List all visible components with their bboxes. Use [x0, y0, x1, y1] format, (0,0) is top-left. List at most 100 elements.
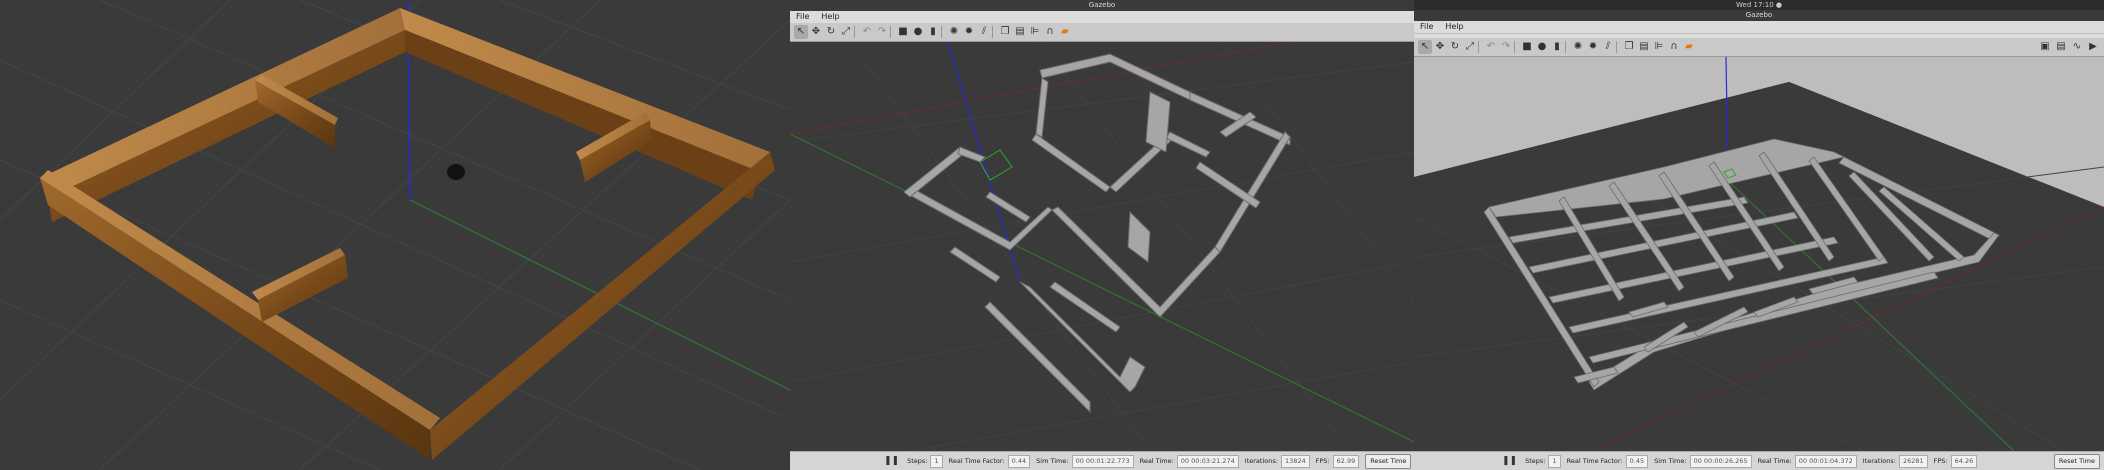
- undo-icon[interactable]: ↶: [860, 25, 874, 39]
- middle-window-title: Gazebo: [790, 0, 1414, 11]
- sphere-icon[interactable]: ●: [1535, 40, 1549, 54]
- menu-file[interactable]: File: [790, 12, 815, 21]
- cylinder-icon[interactable]: ▮: [1550, 40, 1564, 54]
- fps-label: FPS:: [1315, 457, 1330, 465]
- spot-light-icon[interactable]: ✹: [1586, 40, 1600, 54]
- point-light-icon[interactable]: ✺: [947, 25, 961, 39]
- spot-light-icon[interactable]: ✹: [962, 25, 976, 39]
- snap-icon[interactable]: ∩: [1667, 40, 1681, 54]
- reset-time-button[interactable]: Reset Time: [2053, 453, 2100, 469]
- left-3d-viewport[interactable]: [0, 0, 790, 470]
- toolbar-separator: [890, 26, 895, 38]
- left-scene: [0, 0, 790, 470]
- undo-icon[interactable]: ↶: [1484, 40, 1498, 54]
- right-3d-viewport[interactable]: [1414, 57, 2104, 451]
- scale-icon[interactable]: ⤢: [839, 25, 853, 39]
- iterations-value: 26281: [1898, 454, 1928, 468]
- video-icon[interactable]: ▶: [2086, 40, 2100, 54]
- box-icon[interactable]: ■: [1520, 40, 1534, 54]
- translate-icon[interactable]: ✥: [1433, 40, 1447, 54]
- rotate-icon[interactable]: ↻: [1448, 40, 1462, 54]
- paste-icon[interactable]: ▤: [1637, 40, 1651, 54]
- align-icon[interactable]: ⊫: [1652, 40, 1666, 54]
- real-time-group: Real Time: 00 00:03:21.274: [1140, 454, 1239, 468]
- system-clock[interactable]: Wed 17:10 ●: [1736, 1, 1782, 9]
- steps-group: Steps: 1: [907, 454, 943, 468]
- iterations-value: 13824: [1280, 454, 1310, 468]
- robot-model[interactable]: [447, 164, 465, 180]
- right-gazebo-window: Wed 17:10 ● Gazebo File Help ↖ ✥ ↻ ⤢ ↶ ↷ …: [1414, 0, 2104, 470]
- toolbar-separator: [1565, 41, 1570, 53]
- box-icon[interactable]: ■: [896, 25, 910, 39]
- pause-icon[interactable]: ❚❚: [884, 456, 899, 466]
- iterations-label: Iterations:: [1862, 457, 1896, 465]
- copy-icon[interactable]: ❐: [998, 25, 1012, 39]
- toolbar-separator: [992, 26, 997, 38]
- orange-camera-icon[interactable]: ▰: [1682, 40, 1696, 54]
- select-icon[interactable]: ↖: [1418, 40, 1432, 54]
- plot-icon[interactable]: ∿: [2070, 40, 2084, 54]
- pause-icon[interactable]: ❚❚: [1502, 456, 1517, 466]
- iterations-label: Iterations:: [1244, 457, 1278, 465]
- paste-icon[interactable]: ▤: [1013, 25, 1027, 39]
- right-menubar: File Help: [1414, 21, 2104, 34]
- cylinder-icon[interactable]: ▮: [926, 25, 940, 39]
- middle-gazebo-window: Gazebo File Help ↖ ✥ ↻ ⤢ ↶ ↷ ■ ● ▮ ✺ ✹ ⫽ …: [790, 0, 1414, 470]
- toolbar-separator: [941, 26, 946, 38]
- reset-time-button[interactable]: Reset Time: [1365, 453, 1412, 469]
- log-icon[interactable]: ▤: [2054, 40, 2068, 54]
- sim-time-label: Sim Time:: [1654, 457, 1687, 465]
- steps-group: Steps: 1: [1525, 454, 1561, 468]
- copy-icon[interactable]: ❐: [1622, 40, 1636, 54]
- right-window-title: Gazebo: [1414, 10, 2104, 21]
- real-time-group: Real Time: 00 00:01:04.372: [1758, 454, 1857, 468]
- sim-time-group: Sim Time: 00 00:01:22.773: [1036, 454, 1134, 468]
- iterations-group: Iterations: 26281: [1862, 454, 1928, 468]
- translate-icon[interactable]: ✥: [809, 25, 823, 39]
- screenshot-icon[interactable]: ▣: [2038, 40, 2052, 54]
- align-icon[interactable]: ⊫: [1028, 25, 1042, 39]
- real-time-value: 00 00:03:21.274: [1176, 454, 1239, 468]
- rotate-icon[interactable]: ↻: [824, 25, 838, 39]
- toolbar-separator: [854, 26, 859, 38]
- redo-icon[interactable]: ↷: [1499, 40, 1513, 54]
- steps-value[interactable]: 1: [1548, 454, 1561, 468]
- sim-time-value: 00 00:01:22.773: [1071, 454, 1134, 468]
- steps-label: Steps:: [1525, 457, 1546, 465]
- rtf-group: Real Time Factor: 0.44: [948, 454, 1031, 468]
- orange-camera-icon[interactable]: ▰: [1058, 25, 1072, 39]
- rtf-value: 0.44: [1007, 454, 1031, 468]
- rtf-label: Real Time Factor:: [948, 457, 1005, 465]
- sphere-icon[interactable]: ●: [911, 25, 925, 39]
- middle-3d-viewport[interactable]: [790, 42, 1414, 451]
- toolbar-separator: [1478, 41, 1483, 53]
- toolbar-separator: [1514, 41, 1519, 53]
- steps-label: Steps:: [907, 457, 928, 465]
- toolbar-separator: [1616, 41, 1621, 53]
- fps-value: 62.99: [1332, 454, 1360, 468]
- select-icon[interactable]: ↖: [794, 25, 808, 39]
- snap-icon[interactable]: ∩: [1043, 25, 1057, 39]
- redo-icon[interactable]: ↷: [875, 25, 889, 39]
- middle-toolbar: ↖ ✥ ↻ ⤢ ↶ ↷ ■ ● ▮ ✺ ✹ ⫽ ❐ ▤ ⊫ ∩ ▰: [790, 23, 1414, 42]
- middle-scene: [790, 42, 1414, 451]
- menu-help[interactable]: Help: [1439, 22, 1469, 31]
- sim-time-label: Sim Time:: [1036, 457, 1069, 465]
- toolbar-right-group: ▣ ▤ ∿ ▶: [2038, 40, 2104, 54]
- directional-light-icon[interactable]: ⫽: [977, 25, 991, 39]
- rtf-value: 0.45: [1625, 454, 1649, 468]
- real-time-value: 00 00:01:04.372: [1794, 454, 1857, 468]
- menu-help[interactable]: Help: [815, 12, 845, 21]
- scale-icon[interactable]: ⤢: [1463, 40, 1477, 54]
- rtf-label: Real Time Factor:: [1566, 457, 1623, 465]
- sim-time-group: Sim Time: 00 00:00:26.265: [1654, 454, 1752, 468]
- iterations-group: Iterations: 13824: [1244, 454, 1310, 468]
- steps-value[interactable]: 1: [930, 454, 943, 468]
- point-light-icon[interactable]: ✺: [1571, 40, 1585, 54]
- menu-file[interactable]: File: [1414, 22, 1439, 31]
- directional-light-icon[interactable]: ⫽: [1601, 40, 1615, 54]
- right-toolbar: ↖ ✥ ↻ ⤢ ↶ ↷ ■ ● ▮ ✺ ✹ ⫽ ❐ ▤ ⊫ ∩ ▰ ▣ ▤ ∿ …: [1414, 38, 2104, 57]
- fps-group: FPS: 62.99: [1315, 454, 1360, 468]
- middle-statusbar: ❚❚ Steps: 1 Real Time Factor: 0.44 Sim Tim…: [790, 451, 1414, 470]
- right-statusbar: ❚❚ Steps: 1 Real Time Factor: 0.45 Sim Tim…: [1414, 451, 2104, 470]
